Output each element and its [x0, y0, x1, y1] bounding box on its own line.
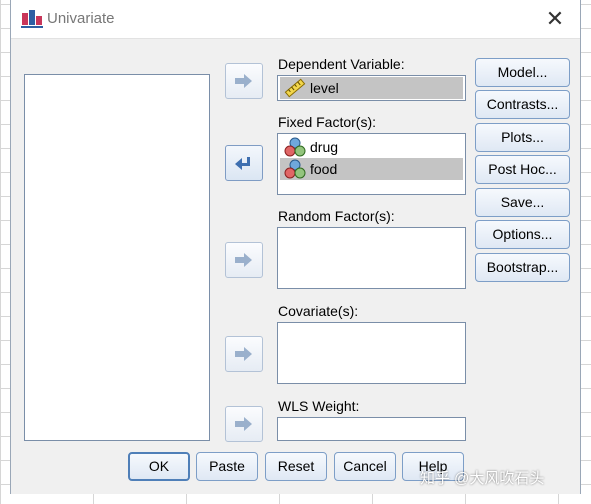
close-icon[interactable]: ✕ — [542, 6, 568, 32]
title-bar[interactable]: Univariate ✕ — [11, 0, 580, 38]
random-factors-box[interactable] — [277, 227, 466, 289]
dialog-body: Dependent Variable: level Fixed Factor(s… — [11, 38, 580, 494]
contrasts-button[interactable]: Contrasts... — [475, 90, 570, 119]
post-hoc-button[interactable]: Post Hoc... — [475, 155, 570, 184]
watermark-text: 知乎 @大风吹石头 — [420, 470, 545, 487]
move-from-fixed-button[interactable] — [225, 145, 263, 181]
move-to-covariate-button[interactable] — [225, 336, 263, 372]
univariate-dialog: Univariate ✕ Dependent Variable: level F… — [10, 0, 581, 494]
covariates-label: Covariate(s): — [278, 303, 359, 319]
arrow-left-icon — [235, 157, 253, 170]
plots-button[interactable]: Plots... — [475, 123, 570, 152]
wls-weight-box[interactable] — [277, 417, 466, 441]
arrow-right-icon — [235, 417, 252, 431]
options-button[interactable]: Options... — [475, 220, 570, 249]
reset-button[interactable]: Reset — [265, 452, 327, 481]
arrow-right-icon — [235, 253, 252, 267]
fixed-factors-box[interactable]: drug food — [277, 133, 466, 195]
source-variable-list[interactable] — [24, 74, 210, 441]
dependent-variable-label: Dependent Variable: — [278, 56, 405, 72]
arrow-right-icon — [235, 347, 252, 361]
spss-app-icon — [21, 10, 43, 28]
variable-name: drug — [310, 139, 339, 155]
bootstrap-button[interactable]: Bootstrap... — [475, 253, 570, 282]
dependent-variable-box[interactable]: level — [277, 75, 466, 101]
model-button[interactable]: Model... — [475, 58, 570, 87]
nominal-variable-icon — [284, 137, 306, 157]
cancel-button[interactable]: Cancel — [334, 452, 396, 481]
scale-variable-icon — [284, 78, 306, 98]
window-title: Univariate — [47, 10, 115, 27]
ok-button[interactable]: OK — [128, 452, 190, 481]
move-to-dependent-button[interactable] — [225, 63, 263, 99]
save-button[interactable]: Save... — [475, 188, 570, 217]
nominal-variable-icon — [284, 159, 306, 179]
arrow-right-icon — [235, 74, 252, 88]
variable-name: level — [310, 80, 339, 96]
move-to-wls-button[interactable] — [225, 406, 263, 442]
list-item[interactable]: drug — [280, 136, 463, 158]
wls-weight-label: WLS Weight: — [278, 398, 360, 414]
paste-button[interactable]: Paste — [196, 452, 258, 481]
fixed-factors-label: Fixed Factor(s): — [278, 114, 377, 130]
covariates-box[interactable] — [277, 322, 466, 384]
random-factors-label: Random Factor(s): — [278, 208, 395, 224]
list-item[interactable]: food — [280, 158, 463, 180]
variable-name: food — [310, 161, 338, 177]
move-to-random-button[interactable] — [225, 242, 263, 278]
list-item[interactable]: level — [280, 77, 463, 99]
